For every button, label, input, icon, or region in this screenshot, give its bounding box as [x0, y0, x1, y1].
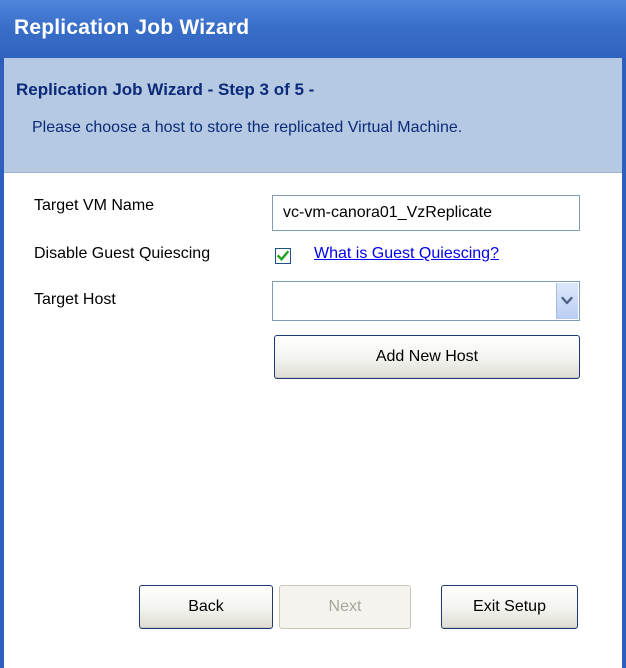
guest-quiescing-help-link[interactable]: What is Guest Quiescing?: [314, 245, 499, 263]
next-button: Next: [279, 585, 411, 629]
add-new-host-button[interactable]: Add New Host: [274, 335, 580, 379]
add-new-host-label: Add New Host: [375, 348, 479, 365]
checkmark-icon: [276, 250, 290, 261]
wizard-window: Replication Job Wizard Replication Job W…: [0, 0, 626, 668]
step-title: Replication Job Wizard - Step 3 of 5 -: [16, 80, 315, 99]
wizard-content: Target VM Name vc-vm-canora01_VzReplicat…: [4, 173, 622, 647]
title-bar[interactable]: Replication Job Wizard: [0, 0, 626, 59]
wizard-header: Replication Job Wizard - Step 3 of 5 - P…: [4, 58, 622, 173]
target-vm-name-input[interactable]: vc-vm-canora01_VzReplicate: [272, 195, 580, 231]
target-host-label: Target Host: [34, 291, 116, 308]
window-title: Replication Job Wizard: [14, 16, 250, 39]
exit-setup-button[interactable]: Exit Setup: [441, 585, 578, 629]
exit-setup-label: Exit Setup: [473, 598, 546, 615]
disable-guest-quiescing-checkbox[interactable]: [275, 248, 291, 264]
step-description: Please choose a host to store the replic…: [32, 119, 463, 136]
next-label: Next: [328, 598, 362, 615]
back-button[interactable]: Back: [139, 585, 273, 629]
window-frame-right: [622, 58, 626, 668]
chevron-down-icon: [561, 296, 573, 305]
target-vm-name-label: Target VM Name: [34, 197, 155, 214]
back-label: Back: [188, 598, 224, 615]
disable-guest-quiescing-label: Disable Guest Quiescing: [34, 245, 211, 262]
target-host-dropdown[interactable]: [272, 281, 580, 321]
dropdown-button[interactable]: [556, 283, 578, 319]
